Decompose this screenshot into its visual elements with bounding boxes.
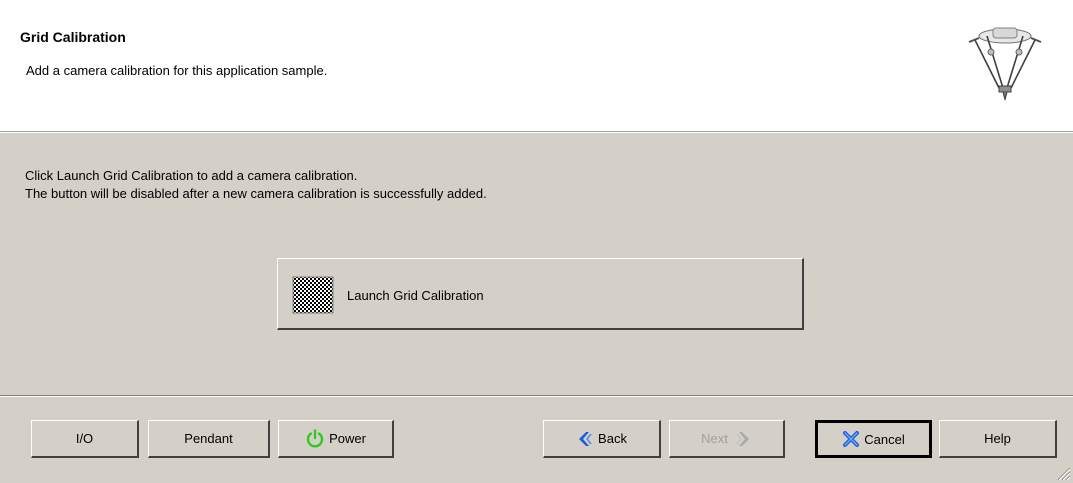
next-button-label: Next [701,431,728,446]
footer-divider-highlight [0,396,1073,397]
next-button[interactable]: Next [669,420,785,458]
wizard-header: Grid Calibration Add a camera calibratio… [0,0,1073,132]
power-icon [306,428,324,447]
next-arrow-icon [735,431,749,446]
power-button-label: Power [329,431,366,446]
help-button-label: Help [984,431,1011,446]
cancel-button-label: Cancel [864,431,905,447]
launch-grid-calibration-button[interactable]: Launch Grid Calibration [277,258,804,330]
cancel-x-icon [843,431,860,447]
back-arrow-icon [579,431,593,446]
pendant-button-label: Pendant [184,431,233,446]
cancel-button[interactable]: Cancel [815,420,932,458]
checkerboard-grid-icon [292,276,334,314]
help-button[interactable]: Help [939,420,1057,458]
io-button-label: I/O [75,431,94,446]
io-button[interactable]: I/O [31,420,139,458]
page-title: Grid Calibration [20,29,126,45]
launch-button-label: Launch Grid Calibration [347,288,484,303]
wizard-content: Click Launch Grid Calibration to add a c… [0,133,1073,393]
instruction-line-1: Click Launch Grid Calibration to add a c… [25,168,358,183]
page-subtitle: Add a camera calibration for this applic… [26,63,328,78]
back-button[interactable]: Back [543,420,661,458]
instructions: Click Launch Grid Calibration to add a c… [25,167,487,203]
back-button-label: Back [598,431,627,446]
resize-grip-icon[interactable] [1055,465,1071,481]
instruction-line-2: The button will be disabled after a new … [25,186,487,201]
delta-robot-icon [968,27,1042,101]
power-button[interactable]: Power [278,420,394,458]
pendant-button[interactable]: Pendant [148,420,270,458]
